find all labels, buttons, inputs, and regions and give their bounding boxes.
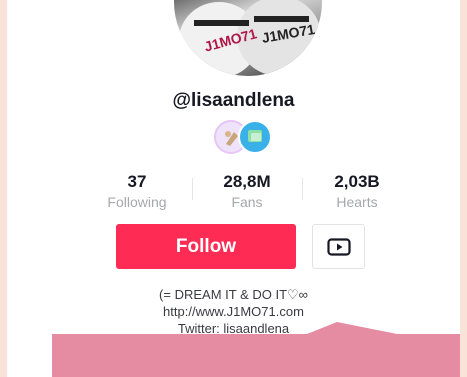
bio-link[interactable]: http://www.J1MO71.com [7, 303, 460, 320]
username: @lisaandlena [172, 90, 295, 111]
following-label: Following [107, 194, 167, 210]
profile-card: J1MO71 J1MO71 @lisaandlena 37 Following … [7, 0, 460, 377]
photo-badge-icon[interactable] [238, 120, 272, 154]
stat-hearts: 2,03B Hearts [302, 172, 412, 210]
bio-line-1: (= DREAM IT & DO IT♡∞ [159, 287, 308, 302]
avatar[interactable]: J1MO71 J1MO71 [174, 0, 322, 76]
stat-following[interactable]: 37 Following [82, 172, 192, 210]
pink-overlay-banner [52, 334, 460, 377]
stat-fans[interactable]: 28,8M Fans [192, 172, 302, 210]
badge-group [214, 120, 284, 154]
videos-button[interactable] [312, 224, 365, 269]
fans-count: 28,8M [223, 172, 271, 191]
following-count: 37 [127, 172, 147, 191]
follow-button[interactable]: Follow [116, 224, 296, 269]
stats-row: 37 Following 28,8M Fans 2,03B Hearts [82, 172, 412, 212]
fans-label: Fans [231, 194, 263, 210]
hearts-label: Hearts [336, 194, 378, 210]
hearts-count: 2,03B [334, 172, 380, 191]
play-video-icon [326, 237, 351, 256]
